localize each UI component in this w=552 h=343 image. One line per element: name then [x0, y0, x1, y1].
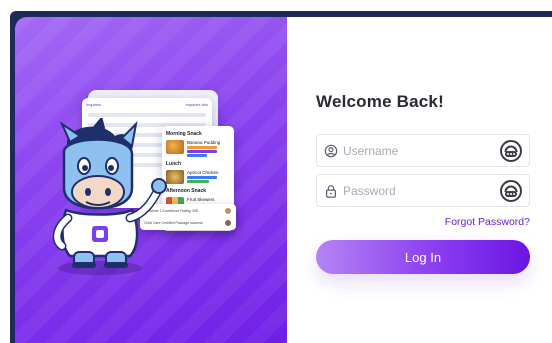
menu-item: Banana Pudding: [166, 140, 230, 157]
tag-bar: [187, 146, 217, 149]
unicorn-mascot-icon: [52, 118, 167, 275]
menu-item-name: Banana Pudding: [187, 140, 221, 145]
tag-bar: [187, 154, 207, 157]
username-field[interactable]: [316, 134, 530, 167]
tag-bar: [187, 180, 209, 183]
tag-bar: [187, 150, 217, 153]
menu-item-name: Apricot Chicken: [187, 170, 219, 175]
lock-icon: [326, 184, 336, 198]
username-input[interactable]: [343, 143, 499, 158]
avatar: [224, 219, 232, 227]
page-title: Welcome Back!: [316, 92, 444, 111]
menu-section-title: Morning Snack: [166, 131, 202, 137]
password-input[interactable]: [343, 183, 499, 198]
tag-bar: [187, 176, 217, 179]
password-field[interactable]: [316, 174, 530, 207]
login-button[interactable]: Log In: [316, 240, 530, 274]
mock-header-left: Inquiries: [86, 102, 102, 107]
avatar: [224, 207, 232, 215]
mock-header-right: Inquiries this: [185, 102, 208, 107]
menu-section-title: Lunch: [166, 161, 181, 167]
user-circle-icon: [324, 144, 338, 157]
menu-section-title: Afternoon Snack: [166, 188, 207, 194]
menu-item-name: Fruit Skewers: [187, 197, 215, 202]
menu-item: Apricot Chicken: [166, 170, 230, 184]
password-manager-icon[interactable]: [499, 179, 523, 203]
forgot-password-link[interactable]: Forgot Password?: [445, 216, 530, 228]
mock-row: [88, 113, 206, 117]
mock-calendar-header: Inquiries Inquiries this: [86, 102, 208, 107]
password-manager-icon[interactable]: [499, 139, 523, 163]
